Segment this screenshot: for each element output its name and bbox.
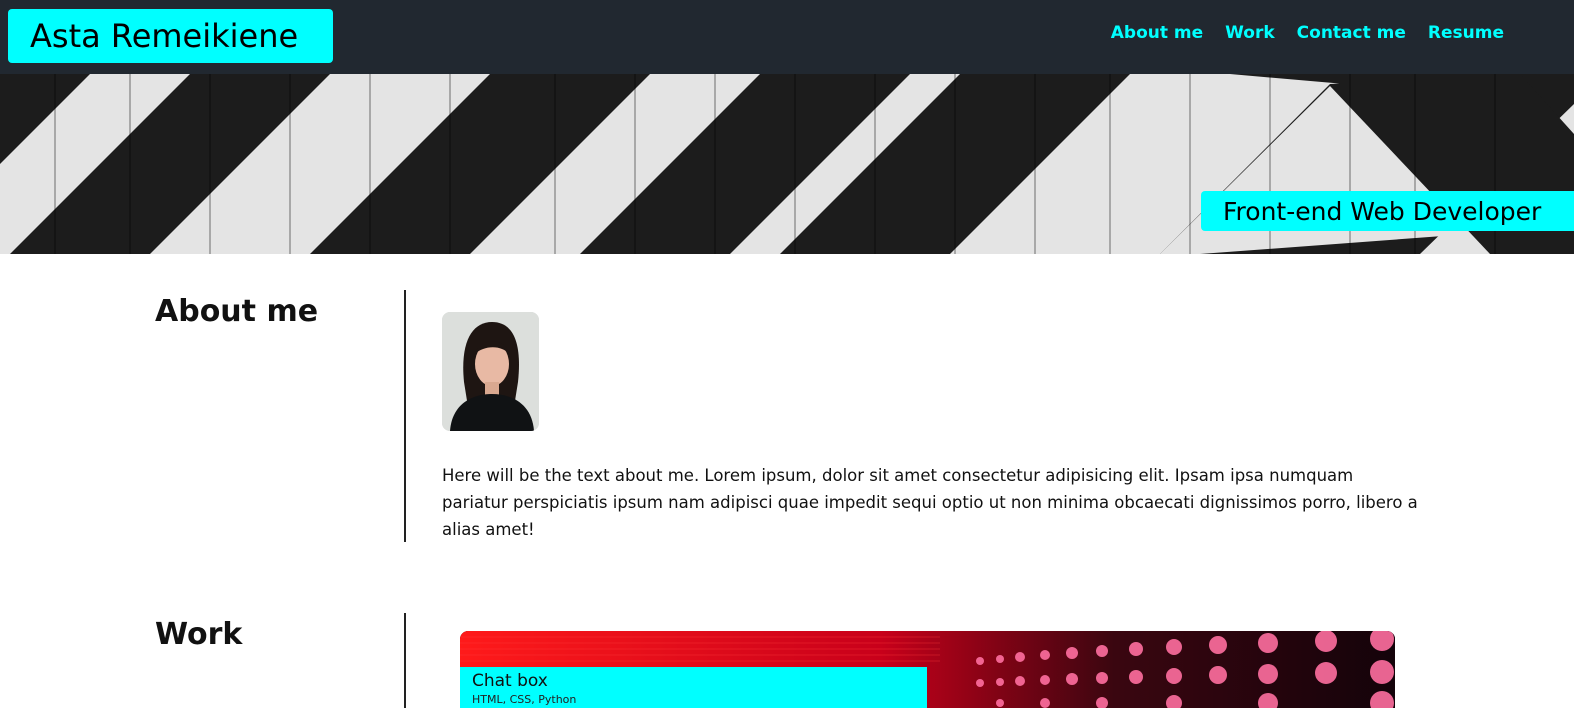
project-title: Chat box	[472, 671, 548, 691]
nav-contact-me[interactable]: Contact me	[1297, 20, 1406, 46]
nav-work[interactable]: Work	[1225, 20, 1275, 46]
hero-banner: Front-end Web Developer	[0, 74, 1574, 254]
profile-photo-image	[442, 312, 539, 431]
about-section-title: About me	[155, 294, 319, 329]
brand-logo[interactable]: Asta Remeikiene	[8, 9, 333, 63]
profile-photo	[442, 312, 539, 431]
about-divider	[404, 290, 406, 542]
work-divider	[404, 613, 406, 708]
top-navbar: Asta Remeikiene About me Work Contact me…	[0, 0, 1574, 74]
project-card-chat-box[interactable]: Chat box HTML, CSS, Python	[460, 631, 1395, 708]
project-label: Chat box HTML, CSS, Python	[460, 667, 927, 708]
about-description: Here will be the text about me. Lorem ip…	[442, 466, 1418, 539]
project-tech: HTML, CSS, Python	[472, 693, 577, 706]
work-section-title: Work	[155, 617, 243, 652]
nav-about-me[interactable]: About me	[1111, 20, 1203, 46]
nav-resume[interactable]: Resume	[1428, 20, 1504, 46]
main-nav: About me Work Contact me Resume	[1111, 20, 1504, 46]
hero-tagline: Front-end Web Developer	[1201, 191, 1574, 231]
